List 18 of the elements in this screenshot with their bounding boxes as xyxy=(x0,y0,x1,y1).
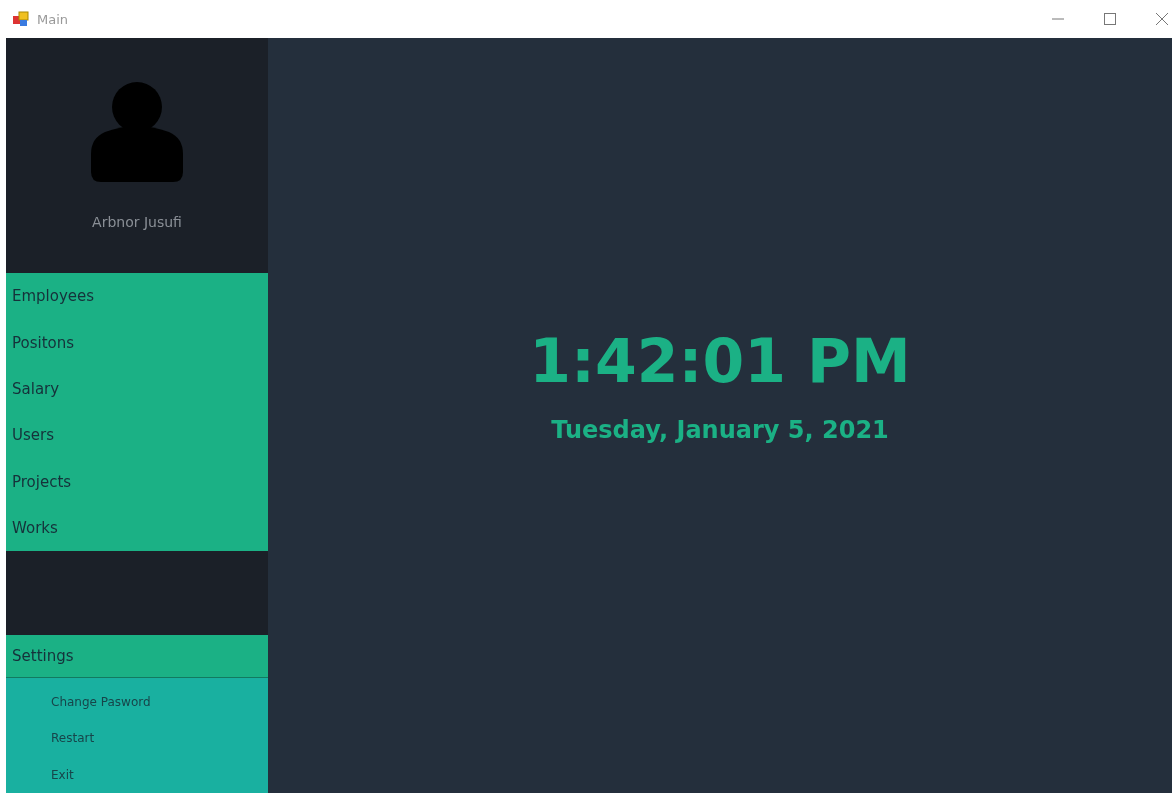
close-icon[interactable] xyxy=(1156,13,1168,25)
submenu-item[interactable]: Exit xyxy=(6,756,268,793)
menu-item[interactable]: Users xyxy=(6,412,268,459)
menu-item[interactable]: Positons xyxy=(6,319,268,366)
user-name: Arbnor Jusufi xyxy=(92,214,182,230)
window-title: Main xyxy=(37,11,69,27)
menu-item[interactable]: Employees xyxy=(6,273,268,320)
app-icon xyxy=(13,11,29,27)
submenu-item[interactable]: Restart xyxy=(6,720,268,757)
maximize-icon[interactable] xyxy=(1104,13,1116,25)
user-icon xyxy=(91,82,183,184)
clock-date: Tuesday, January 5, 2021 xyxy=(551,416,889,444)
settings-item[interactable]: Settings xyxy=(6,634,268,678)
clock-time: 1:42:01 PM xyxy=(529,328,911,394)
menu-item[interactable]: Projects xyxy=(6,458,268,505)
menu-item[interactable]: Salary xyxy=(6,365,268,413)
submenu-item[interactable]: Change Pasword xyxy=(6,683,268,720)
menu-item[interactable]: Works xyxy=(6,504,268,551)
